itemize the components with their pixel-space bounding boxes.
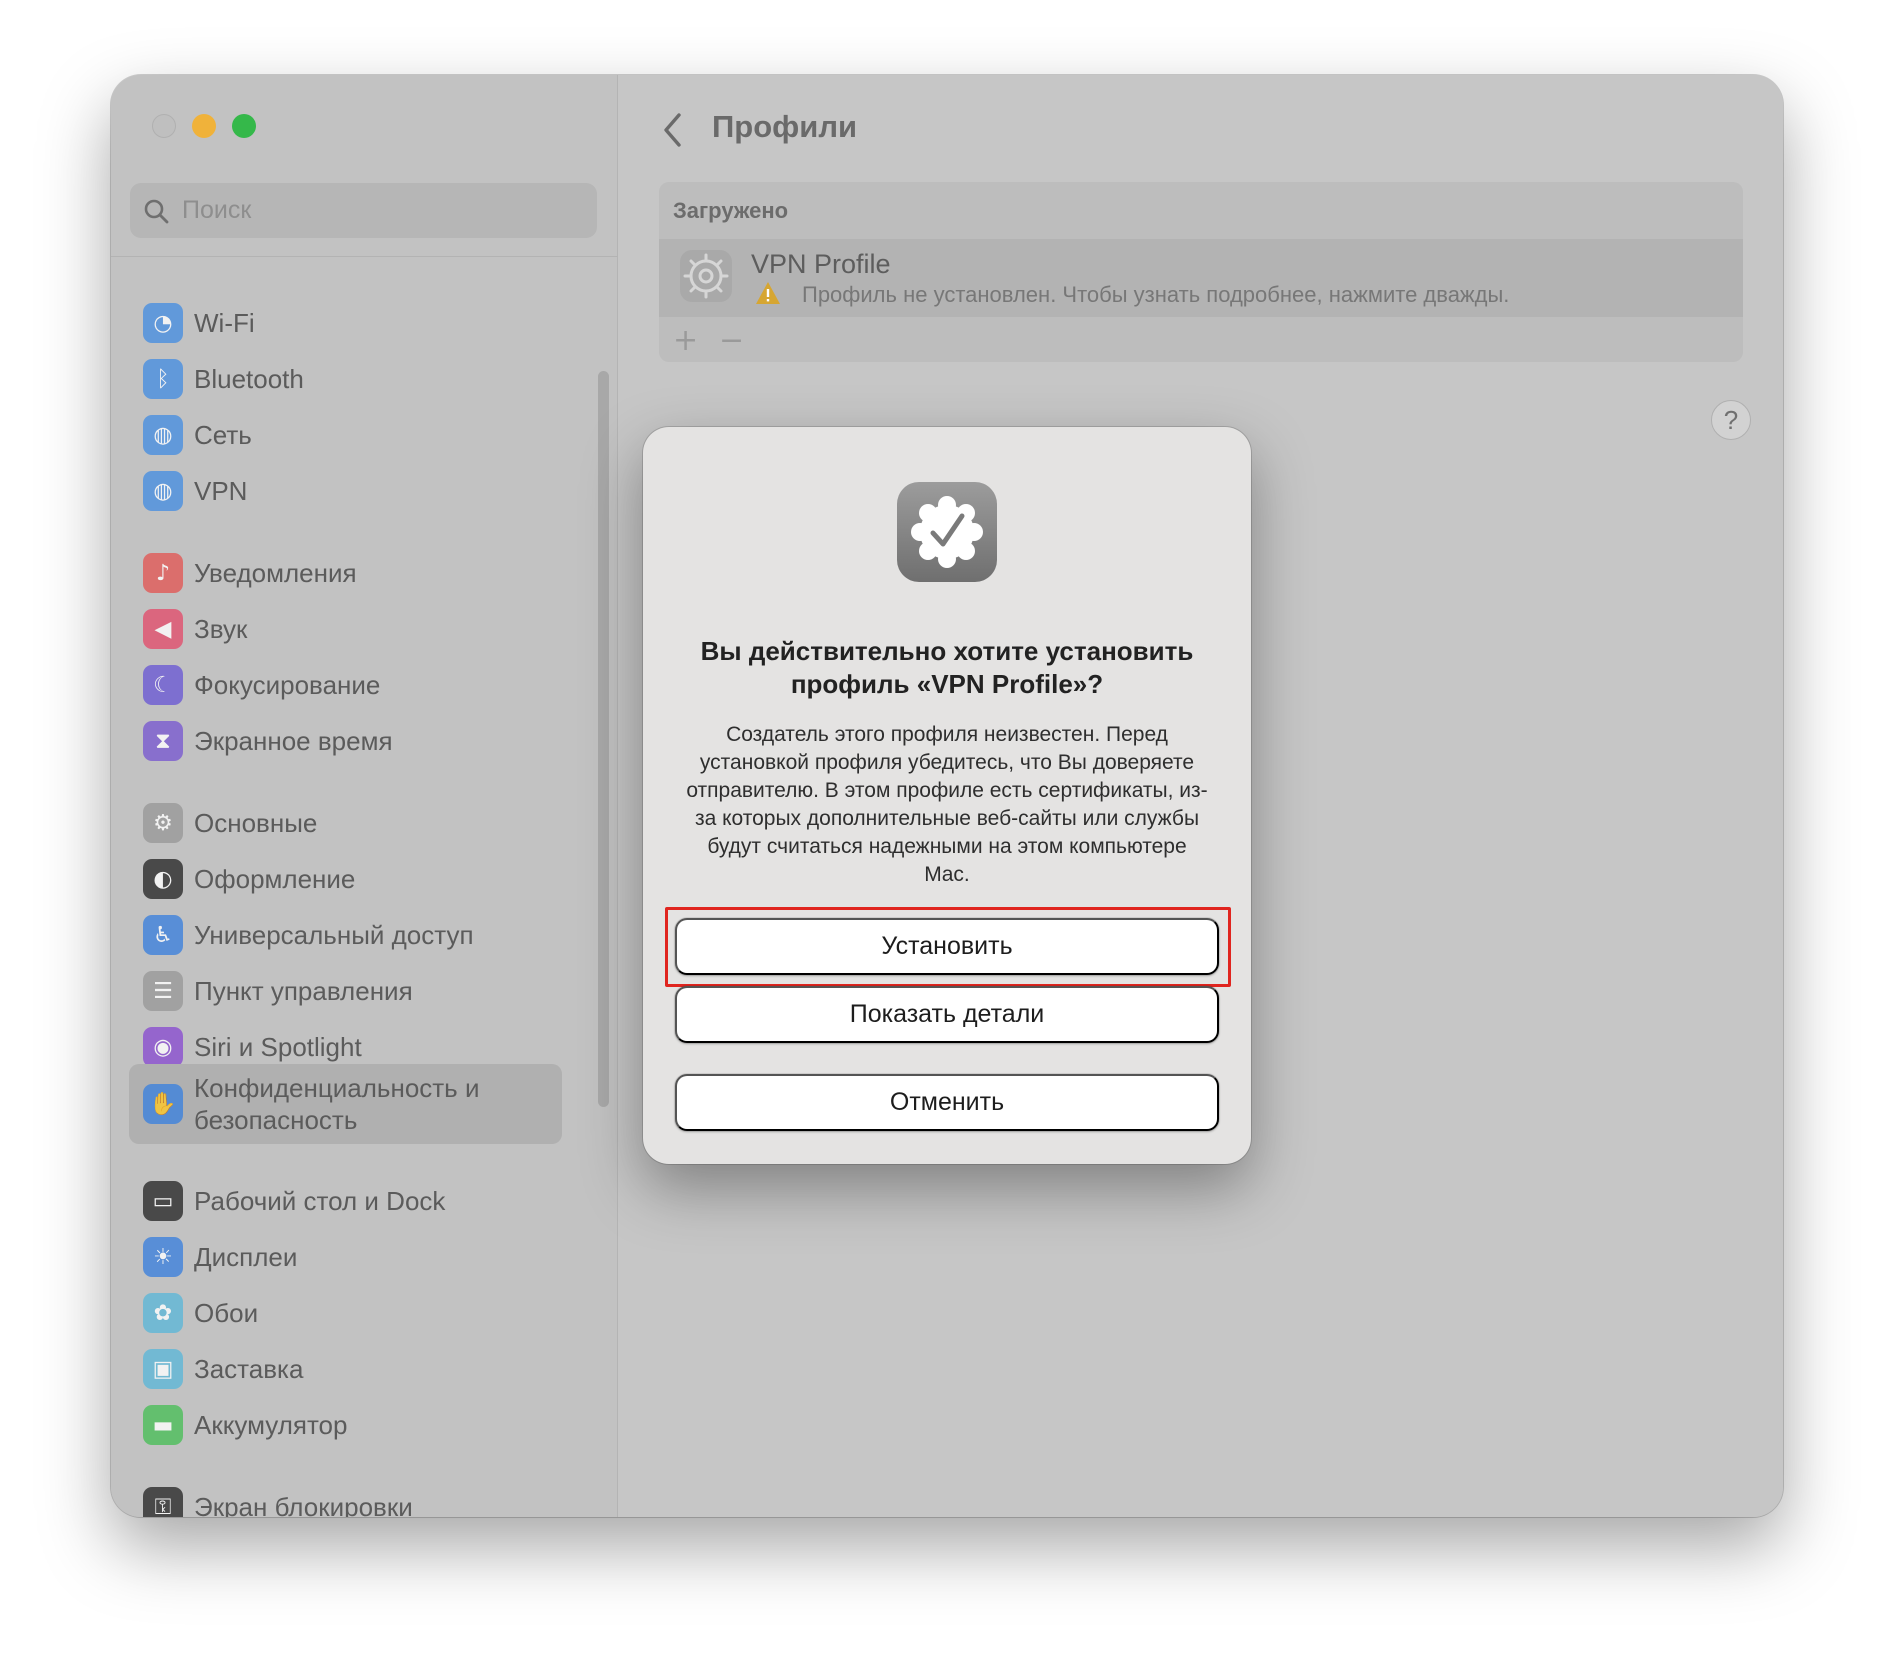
search-input[interactable] bbox=[182, 183, 582, 238]
control-center-icon: ☰ bbox=[143, 971, 183, 1011]
install-button[interactable]: Установить bbox=[675, 918, 1219, 975]
sidebar-item[interactable]: ⚙ Основные bbox=[129, 797, 562, 849]
sidebar-item-label: Обои bbox=[194, 1298, 259, 1328]
profiles-list: Загружено VPN Profile Профиль не установ… bbox=[659, 182, 1743, 362]
sidebar-item-label: Экранное время bbox=[194, 726, 393, 756]
remove-profile-button[interactable]: − bbox=[719, 323, 744, 358]
sidebar-item[interactable]: ✋ Конфиденциальность и безопасность bbox=[129, 1064, 562, 1144]
dock-icon: ▭ bbox=[143, 1181, 183, 1221]
profile-badge-icon bbox=[897, 482, 997, 582]
sidebar-item[interactable]: ✿ Обои bbox=[129, 1287, 562, 1339]
profile-gear-icon bbox=[680, 250, 732, 302]
siri-icon: ◉ bbox=[143, 1027, 183, 1067]
sidebar-item[interactable]: ☾ Фокусирование bbox=[129, 659, 562, 711]
help-button[interactable]: ? bbox=[1711, 400, 1751, 440]
warning-icon bbox=[756, 282, 780, 304]
sidebar-item-label: Заставка bbox=[194, 1354, 304, 1384]
back-chevron-icon[interactable] bbox=[657, 107, 687, 153]
flower-icon: ✿ bbox=[143, 1293, 183, 1333]
sidebar-item[interactable]: ◍ Сеть bbox=[129, 409, 562, 461]
wifi-icon: ◔ bbox=[143, 303, 183, 343]
sidebar-item-label: Siri и Spotlight bbox=[194, 1032, 362, 1062]
dialog-title: Вы действительно хотите установить профи… bbox=[700, 636, 1194, 699]
battery-icon: ▬ bbox=[143, 1405, 183, 1445]
sidebar-item-label: Уведомления bbox=[194, 558, 357, 588]
sidebar-item-label: Оформление bbox=[194, 864, 356, 894]
add-profile-button[interactable]: + bbox=[673, 323, 698, 358]
minimize-window-button[interactable] bbox=[192, 114, 216, 138]
sidebar-item[interactable]: ◀ Звук bbox=[129, 603, 562, 655]
sidebar-item-label: Wi-Fi bbox=[194, 308, 255, 338]
sidebar-item[interactable]: ⚿ Экран блокировки bbox=[129, 1481, 562, 1517]
sidebar-item[interactable]: ☀ Дисплеи bbox=[129, 1231, 562, 1283]
maximize-window-button[interactable] bbox=[232, 114, 256, 138]
hourglass-icon: ⧗ bbox=[143, 721, 183, 761]
section-header: Загружено bbox=[673, 198, 789, 223]
sidebar-item-label: Сеть bbox=[194, 420, 252, 450]
sidebar-item[interactable]: ᛒ Bluetooth bbox=[129, 353, 562, 405]
profile-name: VPN Profile bbox=[751, 249, 891, 279]
sidebar-item[interactable]: ▬ Аккумулятор bbox=[129, 1399, 562, 1451]
sidebar-item[interactable]: ⧗ Экранное время bbox=[129, 715, 562, 767]
page-title: Профили bbox=[712, 109, 858, 144]
sidebar-item-label: Конфиденциальность и безопасность bbox=[194, 1073, 480, 1135]
sidebar-scrollbar[interactable] bbox=[598, 371, 609, 1107]
sidebar-item-label: Дисплеи bbox=[194, 1242, 298, 1272]
sidebar-item-label: Экран блокировки bbox=[194, 1492, 413, 1517]
sidebar: ◔ Wi-Fi ᛒ Bluetooth ◍ Сеть ◍ VPN ♪ Уведомления ◀ Зв… bbox=[111, 75, 618, 1517]
sidebar-item[interactable]: ◍ VPN bbox=[129, 465, 562, 517]
sun-icon: ☀ bbox=[143, 1237, 183, 1277]
sidebar-item[interactable]: ♪ Уведомления bbox=[129, 547, 562, 599]
install-profile-dialog: Вы действительно хотите установить профи… bbox=[643, 427, 1251, 1164]
sidebar-item-label: Аккумулятор bbox=[194, 1410, 348, 1440]
sidebar-item-label: Пункт управления bbox=[194, 976, 413, 1006]
appearance-icon: ◐ bbox=[143, 859, 183, 899]
cancel-button[interactable]: Отменить bbox=[675, 1074, 1219, 1131]
sidebar-item-label: Bluetooth bbox=[194, 364, 304, 394]
sidebar-item[interactable]: ◔ Wi-Fi bbox=[129, 297, 562, 349]
sidebar-item-label: Основные bbox=[194, 808, 318, 838]
hand-icon: ✋ bbox=[143, 1084, 183, 1124]
sidebar-item-label: Фокусирование bbox=[194, 670, 381, 700]
dialog-message: Создатель этого профиля неизвестен. Пере… bbox=[686, 723, 1208, 886]
profiles-toolbar: + − bbox=[659, 317, 1743, 362]
traffic-lights bbox=[152, 114, 256, 138]
sidebar-item-label: Универсальный доступ bbox=[194, 920, 474, 950]
sidebar-divider bbox=[111, 256, 618, 257]
search-field[interactable] bbox=[130, 183, 597, 238]
accessibility-icon: ♿ bbox=[143, 915, 183, 955]
vpn-globe-icon: ◍ bbox=[143, 471, 183, 511]
show-details-button[interactable]: Показать детали bbox=[675, 986, 1219, 1043]
bluetooth-icon: ᛒ bbox=[143, 359, 183, 399]
sidebar-item[interactable]: ☰ Пункт управления bbox=[129, 965, 562, 1017]
sidebar-item[interactable]: ♿ Универсальный доступ bbox=[129, 909, 562, 961]
close-window-button[interactable] bbox=[152, 114, 176, 138]
bell-icon: ♪ bbox=[143, 553, 183, 593]
sidebar-item-label: VPN bbox=[194, 476, 248, 506]
screensaver-icon: ▣ bbox=[143, 1349, 183, 1389]
sidebar-item[interactable]: ▣ Заставка bbox=[129, 1343, 562, 1395]
moon-icon: ☾ bbox=[143, 665, 183, 705]
sidebar-item-label: Звук bbox=[194, 614, 248, 644]
sidebar-item[interactable]: ◐ Оформление bbox=[129, 853, 562, 905]
speaker-icon: ◀ bbox=[143, 609, 183, 649]
globe-icon: ◍ bbox=[143, 415, 183, 455]
sidebar-item-label: Рабочий стол и Dock bbox=[194, 1186, 446, 1216]
lock-icon: ⚿ bbox=[143, 1487, 183, 1517]
profile-row[interactable]: VPN Profile Профиль не установлен. Чтобы… bbox=[659, 239, 1743, 317]
search-icon bbox=[144, 199, 169, 224]
profile-status: Профиль не установлен. Чтобы узнать подр… bbox=[802, 282, 1510, 307]
sidebar-item[interactable]: ▭ Рабочий стол и Dock bbox=[129, 1175, 562, 1227]
gear-icon: ⚙ bbox=[143, 803, 183, 843]
